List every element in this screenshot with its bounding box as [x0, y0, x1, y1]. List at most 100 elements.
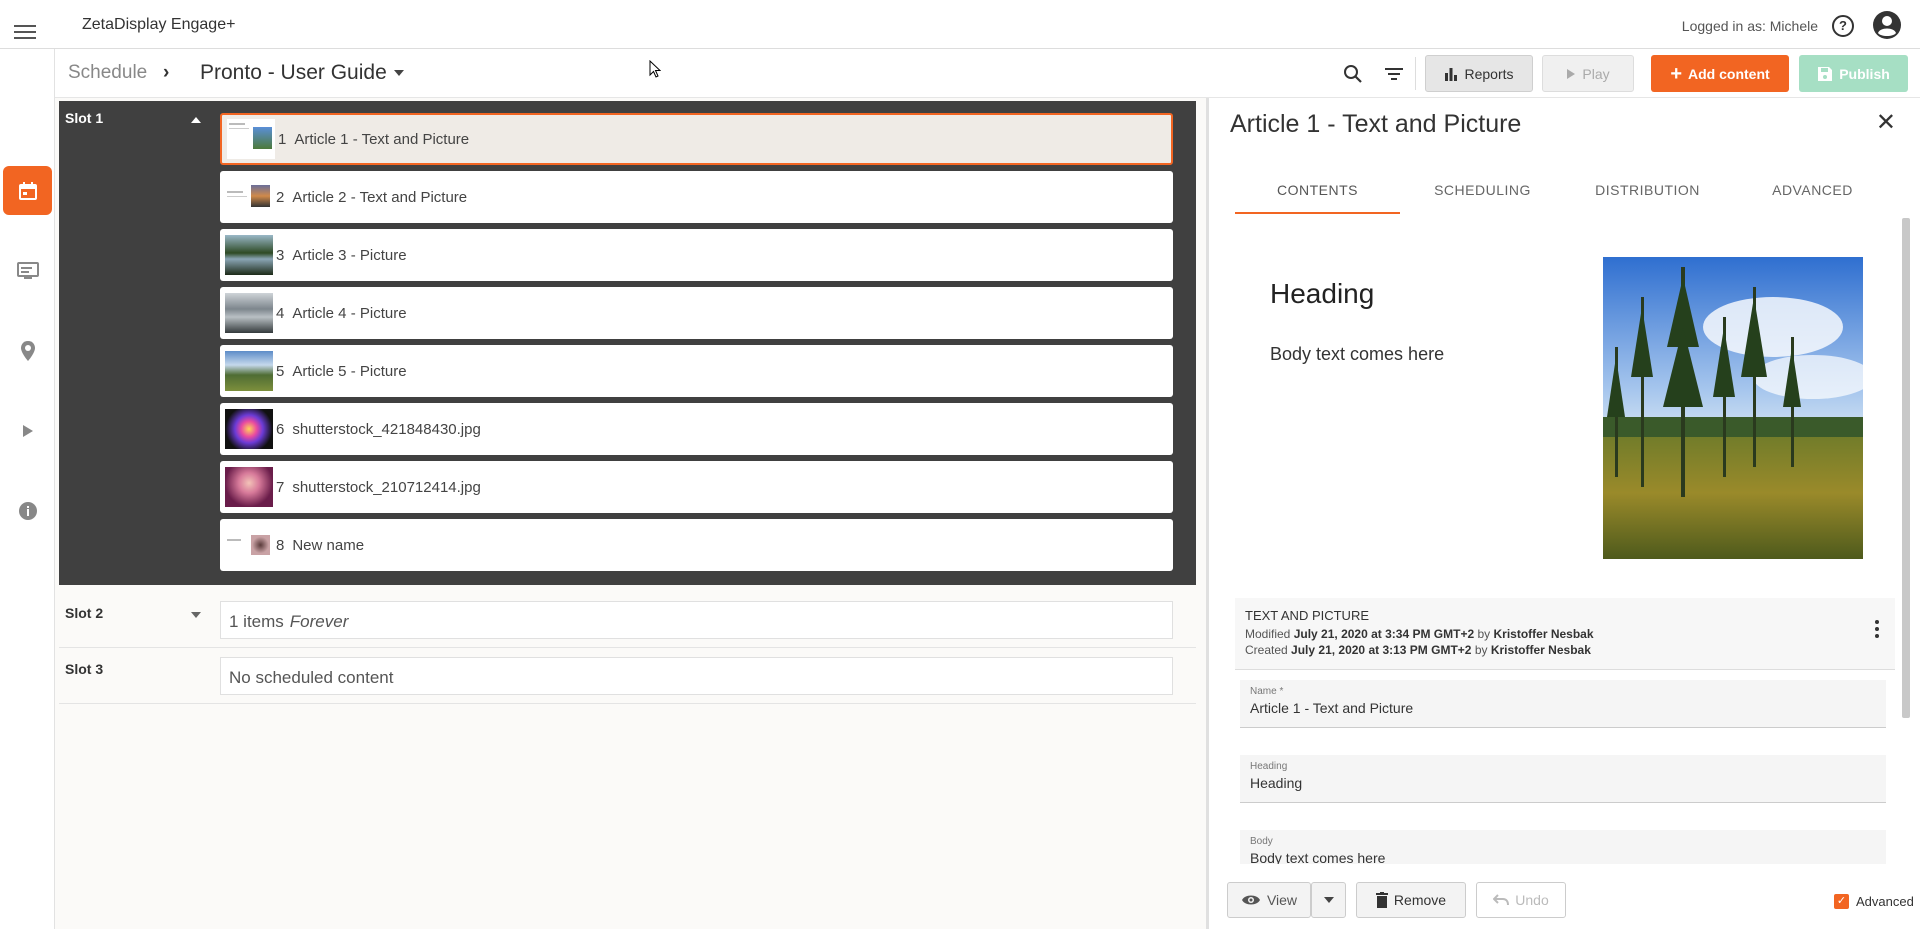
remove-label: Remove [1393, 892, 1447, 908]
more-options-icon[interactable] [1875, 620, 1879, 641]
list-item[interactable]: 3 Article 3 - Picture [220, 229, 1173, 281]
item-number: 7 [276, 478, 285, 496]
app-title: ZetaDisplay Engage+ [82, 16, 236, 33]
modified-prefix: Modified [1245, 627, 1291, 641]
help-icon[interactable]: ? [1832, 15, 1854, 37]
user-account-icon[interactable] [1872, 10, 1902, 40]
list-item[interactable]: 5 Article 5 - Picture [220, 345, 1173, 397]
item-number: 2 [276, 188, 285, 206]
list-item[interactable]: 2 Article 2 - Text and Picture [220, 171, 1173, 223]
heading-field[interactable]: Heading Heading [1240, 755, 1886, 803]
play-label: Play [1582, 65, 1610, 82]
top-bar: ZetaDisplay Engage+ Logged in as: Michel… [0, 0, 1920, 49]
breadcrumb-schedule[interactable]: Schedule [68, 62, 147, 84]
breadcrumb-current-label: Pronto - User Guide [200, 61, 387, 84]
name-field[interactable]: Name * Article 1 - Text and Picture [1240, 680, 1886, 728]
advanced-checkbox[interactable]: ✓ [1834, 894, 1849, 909]
view-dropdown-button[interactable] [1311, 882, 1346, 918]
slot-duration: Forever [289, 612, 349, 631]
list-item[interactable]: 8 New name [220, 519, 1173, 571]
slot-3[interactable]: Slot 3 No scheduled content [59, 652, 1196, 704]
location-icon [20, 340, 35, 361]
view-label: View [1266, 892, 1298, 908]
item-number: 6 [276, 420, 285, 438]
play-button[interactable]: Play [1542, 55, 1634, 92]
close-icon[interactable]: ✕ [1876, 108, 1896, 137]
rail-info[interactable] [3, 486, 52, 535]
tab-scheduling[interactable]: SCHEDULING [1400, 176, 1565, 214]
tab-contents[interactable]: CONTENTS [1235, 176, 1400, 214]
display-icon [16, 261, 39, 279]
slot-label: Slot 3 [65, 661, 104, 677]
slot-2[interactable]: Slot 2 1 items Forever [59, 596, 1196, 648]
rail-schedule[interactable] [3, 166, 52, 215]
menu-icon[interactable] [14, 25, 36, 39]
breadcrumb-separator: › [163, 62, 171, 83]
slot-item-count: 1 items [229, 612, 284, 631]
item-thumbnail [227, 119, 275, 159]
item-name: shutterstock_210712414.jpg [292, 478, 481, 496]
heading-field-value: Heading [1250, 775, 1303, 791]
add-content-button[interactable]: + Add content [1651, 55, 1789, 92]
item-number: 5 [276, 362, 285, 380]
left-rail [0, 49, 55, 929]
detail-actions: View Remove Undo ✓ Advanced [1220, 864, 1920, 929]
view-button[interactable]: View [1227, 882, 1311, 918]
scrollbar[interactable] [1902, 218, 1910, 718]
tab-distribution[interactable]: DISTRIBUTION [1565, 176, 1730, 214]
bar-chart-icon [1445, 67, 1458, 81]
body-field-label: Body [1250, 836, 1273, 847]
item-name: Article 1 - Text and Picture [294, 130, 470, 148]
item-thumbnail [225, 409, 273, 449]
rail-player[interactable] [3, 406, 52, 455]
list-item[interactable]: 4 Article 4 - Picture [220, 287, 1173, 339]
save-icon [1818, 66, 1833, 81]
created-line: Created July 21, 2020 at 3:13 PM GMT+2 b… [1245, 643, 1885, 657]
publish-button[interactable]: Publish [1799, 55, 1908, 92]
item-thumbnail [225, 351, 273, 391]
slot-summary[interactable]: 1 items Forever [220, 601, 1173, 639]
remove-button[interactable]: Remove [1356, 882, 1466, 918]
content-type: TEXT AND PICTURE [1245, 608, 1370, 623]
mouse-cursor-icon [649, 60, 661, 78]
item-name: Article 4 - Picture [292, 304, 407, 322]
undo-label: Undo [1515, 892, 1549, 908]
filter-icon[interactable] [1383, 63, 1405, 85]
preview-body: Body text comes here [1270, 344, 1445, 364]
chevron-down-icon [1323, 897, 1334, 903]
toolbar-divider [1415, 57, 1416, 90]
rail-displays[interactable] [3, 246, 52, 295]
slot-label: Slot 1 [65, 110, 104, 126]
body-field-value: Body text comes here [1250, 850, 1386, 864]
content-meta: TEXT AND PICTURE Modified July 21, 2020 … [1235, 598, 1895, 670]
reports-label: Reports [1464, 65, 1514, 82]
detail-panel: Article 1 - Text and Picture ✕ CONTENTS … [1220, 98, 1920, 929]
item-name: Article 2 - Text and Picture [292, 188, 468, 206]
item-name: shutterstock_421848430.jpg [292, 420, 481, 438]
item-number: 1 [278, 130, 287, 148]
list-item[interactable]: 6 shutterstock_421848430.jpg [220, 403, 1173, 455]
search-icon[interactable] [1342, 63, 1364, 85]
list-item[interactable]: 1 Article 1 - Text and Picture [220, 113, 1173, 165]
tab-advanced[interactable]: ADVANCED [1730, 176, 1895, 214]
item-thumbnail [225, 293, 273, 333]
plus-icon: + [1670, 62, 1683, 85]
panel-resize-handle[interactable] [1206, 98, 1220, 929]
collapse-icon[interactable] [191, 117, 201, 123]
chevron-down-icon[interactable] [191, 612, 201, 618]
list-item[interactable]: 7 shutterstock_210712414.jpg [220, 461, 1173, 513]
item-thumbnail [225, 467, 273, 507]
breadcrumb-current[interactable]: Pronto - User Guide [200, 61, 404, 85]
modified-line: Modified July 21, 2020 at 3:34 PM GMT+2 … [1245, 627, 1885, 641]
add-content-label: Add content [1688, 65, 1770, 82]
body-field[interactable]: Body Body text comes here [1240, 830, 1886, 864]
slot-summary: No scheduled content [220, 657, 1173, 695]
item-thumbnail [225, 177, 273, 217]
created-by: Kristoffer Nesbak [1490, 643, 1591, 657]
schedule-toolbar: Schedule › Pronto - User Guide Reports P… [55, 49, 1920, 98]
item-name: Article 5 - Picture [292, 362, 407, 380]
play-icon [22, 424, 33, 437]
rail-locations[interactable] [3, 326, 52, 375]
undo-button[interactable]: Undo [1476, 882, 1566, 918]
reports-button[interactable]: Reports [1425, 55, 1533, 92]
